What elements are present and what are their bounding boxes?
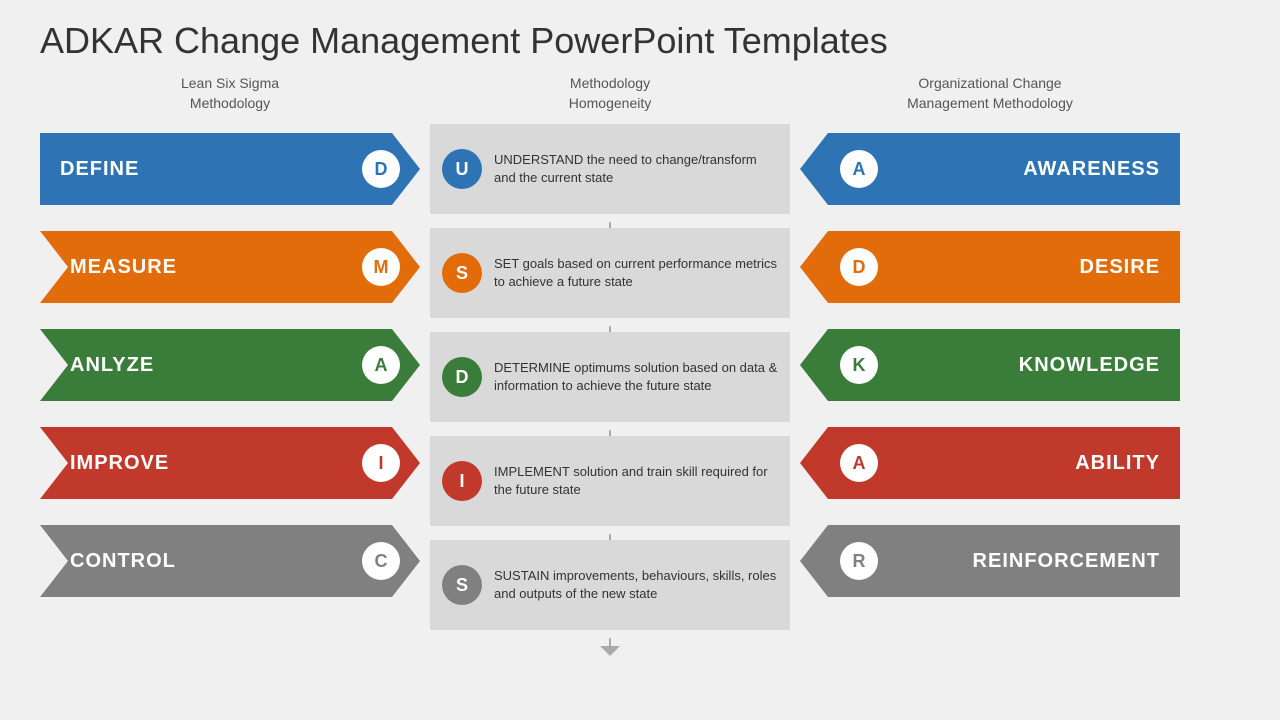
improve-arrow: IMPROVE I <box>40 427 420 499</box>
mid-circle-s2: S <box>442 565 482 605</box>
mid-rows: U UNDERSTAND the need to change/transfor… <box>430 124 790 705</box>
mid-row-sustain: S SUSTAIN improvements, behaviours, skil… <box>430 540 790 630</box>
improve-circle: I <box>362 444 400 482</box>
mid-row-implement: I IMPLEMENT solution and train skill req… <box>430 436 790 526</box>
bottom-connector <box>430 638 790 656</box>
mid-letter-u: U <box>456 159 469 180</box>
knowledge-circle: K <box>840 346 878 384</box>
define-label: DEFINE <box>60 158 139 181</box>
ability-arrow: A ABILITY <box>800 427 1180 499</box>
reinforcement-letter: R <box>853 551 866 572</box>
right-row-awareness: A AWARENESS <box>800 124 1180 214</box>
right-row-reinforcement: R REINFORCEMENT <box>800 516 1180 606</box>
control-letter: C <box>375 551 388 572</box>
reinforcement-arrow: R REINFORCEMENT <box>800 525 1180 597</box>
bottom-connector-arrow <box>600 646 620 656</box>
columns-area: Lean Six Sigma Methodology DEFINE D MEAS… <box>40 74 1240 705</box>
mid-text-implement: IMPLEMENT solution and train skill requi… <box>494 463 778 499</box>
mid-letter-i: I <box>459 471 464 492</box>
mid-letter-d: D <box>456 367 469 388</box>
mid-row-set: S SET goals based on current performance… <box>430 228 790 318</box>
measure-letter: M <box>374 257 389 278</box>
define-circle: D <box>362 150 400 188</box>
define-arrow: DEFINE D <box>40 133 420 205</box>
right-row-desire: D DESIRE <box>800 222 1180 312</box>
mid-circle-i: I <box>442 461 482 501</box>
mid-circle-s1: S <box>442 253 482 293</box>
left-row-anlyze: ANLYZE A <box>40 320 420 410</box>
control-arrow: CONTROL C <box>40 525 420 597</box>
desire-label: DESIRE <box>1080 256 1160 279</box>
page-title: ADKAR Change Management PowerPoint Templ… <box>40 20 1240 62</box>
left-row-define: DEFINE D <box>40 124 420 214</box>
anlyze-circle: A <box>362 346 400 384</box>
control-label: CONTROL <box>70 550 176 573</box>
ability-letter: A <box>853 453 866 474</box>
mid-letter-s1: S <box>456 263 468 284</box>
measure-arrow: MEASURE M <box>40 231 420 303</box>
awareness-label: AWARENESS <box>1023 158 1160 181</box>
knowledge-arrow: K KNOWLEDGE <box>800 329 1180 401</box>
mid-col-header: Methodology Homogeneity <box>430 74 790 114</box>
ability-circle: A <box>840 444 878 482</box>
middle-column: Methodology Homogeneity U UNDERSTAND the… <box>420 74 800 705</box>
knowledge-label: KNOWLEDGE <box>1019 354 1160 377</box>
reinforcement-circle: R <box>840 542 878 580</box>
improve-label: IMPROVE <box>70 452 169 475</box>
awareness-circle: A <box>840 150 878 188</box>
reinforcement-label: REINFORCEMENT <box>973 550 1160 573</box>
mid-text-determine: DETERMINE optimums solution based on dat… <box>494 359 778 395</box>
mid-text-sustain: SUSTAIN improvements, behaviours, skills… <box>494 567 778 603</box>
mid-circle-d: D <box>442 357 482 397</box>
mid-letter-s2: S <box>456 575 468 596</box>
right-row-ability: A ABILITY <box>800 418 1180 508</box>
desire-circle: D <box>840 248 878 286</box>
left-row-measure: MEASURE M <box>40 222 420 312</box>
mid-text-set: SET goals based on current performance m… <box>494 255 778 291</box>
measure-label: MEASURE <box>70 256 177 279</box>
mid-circle-u: U <box>442 149 482 189</box>
anlyze-arrow: ANLYZE A <box>40 329 420 401</box>
knowledge-letter: K <box>853 355 866 376</box>
mid-row-understand: U UNDERSTAND the need to change/transfor… <box>430 124 790 214</box>
left-col-header: Lean Six Sigma Methodology <box>40 74 420 114</box>
define-letter: D <box>375 159 388 180</box>
desire-letter: D <box>853 257 866 278</box>
right-col-header: Organizational Change Management Methodo… <box>800 74 1180 114</box>
left-row-control: CONTROL C <box>40 516 420 606</box>
measure-circle: M <box>362 248 400 286</box>
awareness-arrow: A AWARENESS <box>800 133 1180 205</box>
left-row-improve: IMPROVE I <box>40 418 420 508</box>
right-row-knowledge: K KNOWLEDGE <box>800 320 1180 410</box>
control-circle: C <box>362 542 400 580</box>
mid-text-understand: UNDERSTAND the need to change/transform … <box>494 151 778 187</box>
page: ADKAR Change Management PowerPoint Templ… <box>0 0 1280 720</box>
ability-label: ABILITY <box>1075 452 1160 475</box>
desire-arrow: D DESIRE <box>800 231 1180 303</box>
left-column: Lean Six Sigma Methodology DEFINE D MEAS… <box>40 74 420 705</box>
anlyze-letter: A <box>375 355 388 376</box>
right-column: Organizational Change Management Methodo… <box>800 74 1180 705</box>
anlyze-label: ANLYZE <box>70 354 154 377</box>
awareness-letter: A <box>853 159 866 180</box>
bottom-connector-bar <box>609 638 611 646</box>
improve-letter: I <box>378 453 383 474</box>
mid-row-determine: D DETERMINE optimums solution based on d… <box>430 332 790 422</box>
